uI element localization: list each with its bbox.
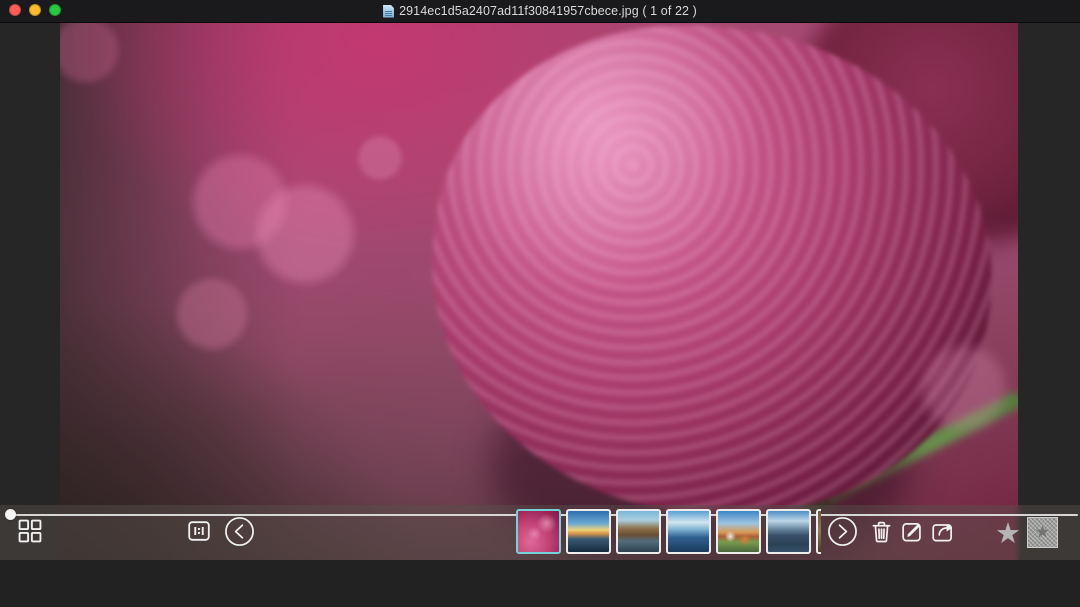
grid-view-icon: [18, 519, 42, 543]
thumbnail-mountain-cabin[interactable]: [616, 509, 661, 554]
share-icon: [932, 521, 955, 542]
share-button[interactable]: [932, 521, 955, 542]
delete-button[interactable]: [871, 520, 892, 544]
next-image-button[interactable]: [827, 516, 858, 547]
zoom-button[interactable]: [49, 4, 61, 16]
edit-button[interactable]: [902, 521, 923, 542]
thumbnail-lake-clouds[interactable]: [666, 509, 711, 554]
favorite-star-button[interactable]: ★: [992, 515, 1024, 551]
title-bar: 2914ec1d5a2407ad11f30841957cbece.jpg ( 1…: [0, 0, 1080, 23]
main-image: [60, 22, 1018, 560]
thumbnail-partial-next[interactable]: [816, 509, 821, 554]
thumbnail-sunset-lake[interactable]: [566, 509, 611, 554]
edit-icon: [902, 521, 923, 542]
chevron-left-icon: [224, 516, 255, 547]
window-title: 2914ec1d5a2407ad11f30841957cbece.jpg ( 1…: [399, 4, 697, 18]
actual-size-button[interactable]: [188, 521, 210, 541]
bokeh-circle: [356, 134, 404, 182]
trash-icon: [871, 520, 892, 544]
traffic-lights: [9, 4, 61, 16]
close-button[interactable]: [9, 4, 21, 16]
minimize-button[interactable]: [29, 4, 41, 16]
image-viewer-window: 2914ec1d5a2407ad11f30841957cbece.jpg ( 1…: [0, 0, 1080, 607]
favorite-slot-button[interactable]: ★: [1027, 517, 1058, 548]
bokeh-circle: [918, 342, 1010, 434]
chevron-right-icon: [827, 516, 858, 547]
thumbnail-strip: [516, 509, 821, 555]
actual-size-icon: [188, 521, 210, 541]
zoom-slider-knob[interactable]: [5, 509, 16, 520]
bottom-toolbar: ★ ★: [0, 505, 1080, 560]
viewer-background: ★ ★: [0, 22, 1080, 560]
thumbnail-pink-flower-macro[interactable]: [516, 509, 561, 554]
thumbnail-mountain-lake[interactable]: [766, 509, 811, 554]
window-title-group: 2914ec1d5a2407ad11f30841957cbece.jpg ( 1…: [383, 4, 697, 18]
thumbnail-flower-garden[interactable]: [716, 509, 761, 554]
bokeh-circle: [251, 180, 359, 288]
grid-view-button[interactable]: [18, 519, 42, 543]
bokeh-circle: [173, 275, 251, 353]
document-icon: [383, 5, 394, 18]
previous-image-button[interactable]: [224, 516, 255, 547]
